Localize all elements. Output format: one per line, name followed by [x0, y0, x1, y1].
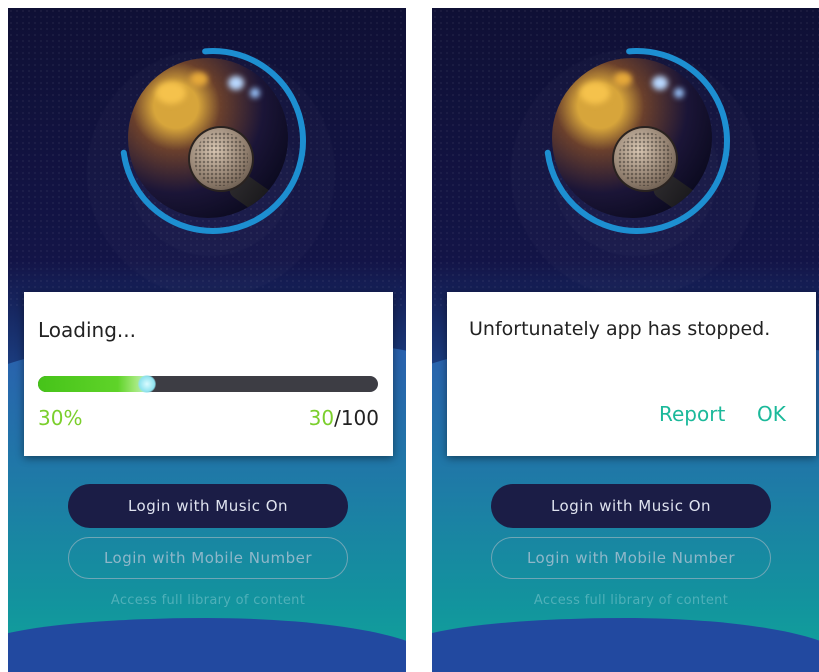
- login-mobile-number-button[interactable]: Login with Mobile Number: [68, 537, 348, 579]
- progress-percent: 30%: [38, 406, 83, 430]
- ok-button[interactable]: OK: [757, 402, 786, 426]
- microphone-head: [190, 128, 252, 190]
- microphone-head: [614, 128, 676, 190]
- progress-count-total: /100: [334, 406, 379, 430]
- error-dialog: Unfortunately app has stopped. Report OK: [447, 292, 816, 456]
- microphone-image: [552, 58, 712, 218]
- microphone-image: [128, 58, 288, 218]
- progress-count: 30/100: [309, 406, 379, 430]
- loading-title: Loading...: [38, 318, 136, 342]
- login-music-on-button[interactable]: Login with Music On: [491, 484, 771, 528]
- report-button[interactable]: Report: [659, 402, 725, 426]
- progress-bar: [38, 375, 378, 393]
- progress-count-current: 30: [308, 406, 335, 430]
- progress-glow: [138, 375, 156, 393]
- progress-bar-fill: [38, 376, 152, 392]
- error-message: Unfortunately app has stopped.: [469, 318, 771, 340]
- access-library-text: Access full library of content: [533, 593, 729, 608]
- loading-dialog: Loading... 30% 30/100: [24, 292, 393, 456]
- access-library-text: Access full library of content: [110, 593, 306, 608]
- login-mobile-number-button[interactable]: Login with Mobile Number: [491, 537, 771, 579]
- login-music-on-button[interactable]: Login with Music On: [68, 484, 348, 528]
